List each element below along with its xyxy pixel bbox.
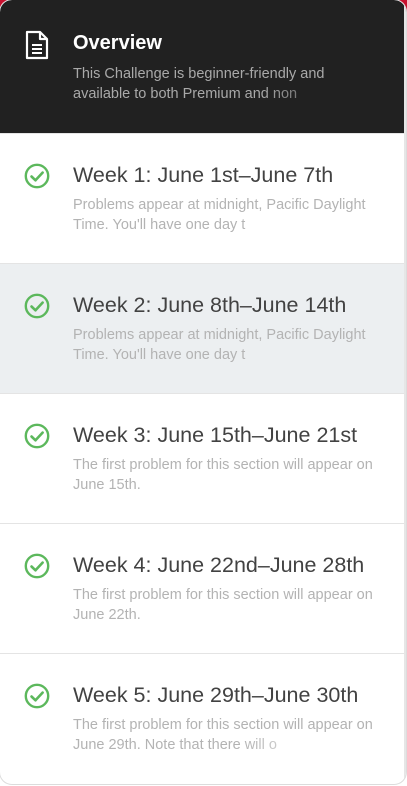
overview-title: Overview <box>73 32 162 54</box>
week-section-3[interactable]: Week 3: June 15th–June 21st The first pr… <box>0 393 406 523</box>
check-circle-icon <box>24 423 50 449</box>
week-title: Week 2: June 8th–June 14th <box>73 293 347 317</box>
check-circle-icon <box>24 293 50 319</box>
week-description: The first problem for this section will … <box>73 587 373 623</box>
check-circle-icon <box>24 553 50 579</box>
scrollbar[interactable] <box>404 0 406 784</box>
challenge-sections-panel: Overview This Challenge is beginner-frie… <box>0 0 406 784</box>
week-title: Week 4: June 22nd–June 28th <box>73 553 365 577</box>
week-title: Week 5: June 29th–June 30th <box>73 683 359 707</box>
check-circle-icon <box>24 163 50 189</box>
week-title: Week 1: June 1st–June 7th <box>73 163 334 187</box>
document-icon <box>25 30 49 60</box>
week-description: The first problem for this section will … <box>73 457 373 493</box>
week-section-1[interactable]: Week 1: June 1st–June 7th Problems appea… <box>0 133 406 263</box>
text-fade-overlay <box>240 735 385 755</box>
text-fade-overlay <box>240 345 385 365</box>
week-title: Week 3: June 15th–June 21st <box>73 423 358 447</box>
week-section-4[interactable]: Week 4: June 22nd–June 28th The first pr… <box>0 523 406 653</box>
week-section-5[interactable]: Week 5: June 29th–June 30th The first pr… <box>0 653 406 783</box>
text-fade-overlay <box>240 215 385 235</box>
overview-section[interactable]: Overview This Challenge is beginner-frie… <box>0 0 406 133</box>
text-fade-overlay <box>260 84 380 104</box>
week-section-2[interactable]: Week 2: June 8th–June 14th Problems appe… <box>0 263 406 393</box>
check-circle-icon <box>24 683 50 709</box>
